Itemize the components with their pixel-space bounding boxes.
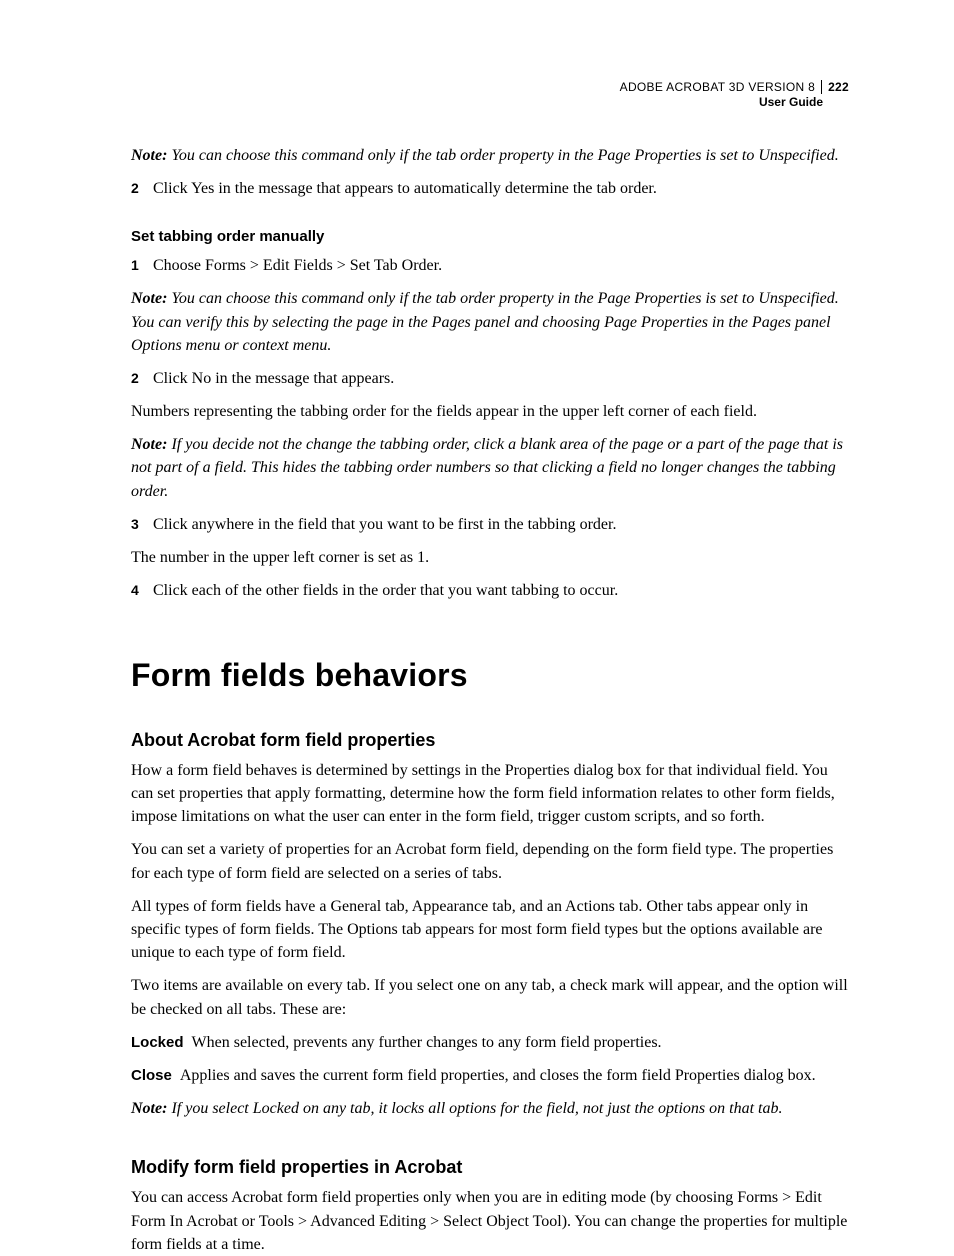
- manual-after-step-3: The number in the upper left corner is s…: [131, 546, 849, 569]
- note-label: Note:: [131, 1100, 167, 1117]
- step-text: Click anywhere in the field that you wan…: [153, 516, 616, 533]
- header-line1: ADOBE ACROBAT 3D VERSION 8 222: [620, 80, 849, 95]
- step-number: 3: [131, 514, 145, 534]
- about-p1: How a form field behaves is determined b…: [131, 759, 849, 829]
- manual-after-step-2: Numbers representing the tabbing order f…: [131, 400, 849, 423]
- term-close: Close: [131, 1067, 172, 1084]
- modify-p1: You can access Acrobat form field proper…: [131, 1186, 849, 1256]
- step-number: 2: [131, 368, 145, 388]
- step-text: Choose Forms > Edit Fields > Set Tab Ord…: [153, 257, 442, 274]
- term-locked: Locked: [131, 1034, 184, 1051]
- note-body: If you decide not the change the tabbing…: [131, 436, 843, 499]
- document-page: ADOBE ACROBAT 3D VERSION 8 222 User Guide…: [0, 0, 954, 1235]
- manual-note-1: Note: You can choose this command only i…: [131, 287, 849, 357]
- about-p2: You can set a variety of properties for …: [131, 838, 849, 884]
- topic-title-about-properties: About Acrobat form field properties: [131, 727, 849, 753]
- about-p4: Two items are available on every tab. If…: [131, 974, 849, 1020]
- subheading-set-tab-order-manually: Set tabbing order manually: [131, 226, 849, 248]
- step-text: Click each of the other fields in the or…: [153, 582, 618, 599]
- step-text: Click No in the message that appears.: [153, 370, 394, 387]
- note-label: Note:: [131, 436, 167, 453]
- running-header: ADOBE ACROBAT 3D VERSION 8 222 User Guide: [620, 80, 849, 110]
- note-body: If you select Locked on any tab, it lock…: [167, 1100, 782, 1117]
- def-close: Applies and saves the current form field…: [180, 1067, 816, 1084]
- step-number: 4: [131, 580, 145, 600]
- def-locked: When selected, prevents any further chan…: [192, 1034, 662, 1051]
- step-number: 2: [131, 178, 145, 198]
- definition-locked: Locked When selected, prevents any furth…: [131, 1031, 849, 1054]
- note-body: You can choose this command only if the …: [167, 147, 838, 164]
- section-title-form-fields-behaviors: Form fields behaviors: [131, 652, 849, 698]
- intro-step-2: 2 Click Yes in the message that appears …: [131, 177, 849, 200]
- manual-step-1: 1 Choose Forms > Edit Fields > Set Tab O…: [131, 254, 849, 277]
- step-number: 1: [131, 255, 145, 275]
- page-content: Note: You can choose this command only i…: [131, 144, 849, 1256]
- manual-step-4: 4 Click each of the other fields in the …: [131, 579, 849, 602]
- step-text: Click Yes in the message that appears to…: [153, 180, 657, 197]
- definition-close: Close Applies and saves the current form…: [131, 1064, 849, 1087]
- about-note: Note: If you select Locked on any tab, i…: [131, 1097, 849, 1120]
- page-number: 222: [821, 80, 849, 94]
- intro-note: Note: You can choose this command only i…: [131, 144, 849, 167]
- note-label: Note:: [131, 147, 167, 164]
- header-doc-title: User Guide: [620, 95, 849, 110]
- note-body: You can choose this command only if the …: [131, 290, 839, 353]
- about-p3: All types of form fields have a General …: [131, 895, 849, 965]
- header-product: ADOBE ACROBAT 3D VERSION 8: [620, 80, 815, 94]
- manual-note-2: Note: If you decide not the change the t…: [131, 433, 849, 503]
- note-label: Note:: [131, 290, 167, 307]
- manual-step-3: 3 Click anywhere in the field that you w…: [131, 513, 849, 536]
- manual-step-2: 2 Click No in the message that appears.: [131, 367, 849, 390]
- topic-title-modify-properties: Modify form field properties in Acrobat: [131, 1154, 849, 1180]
